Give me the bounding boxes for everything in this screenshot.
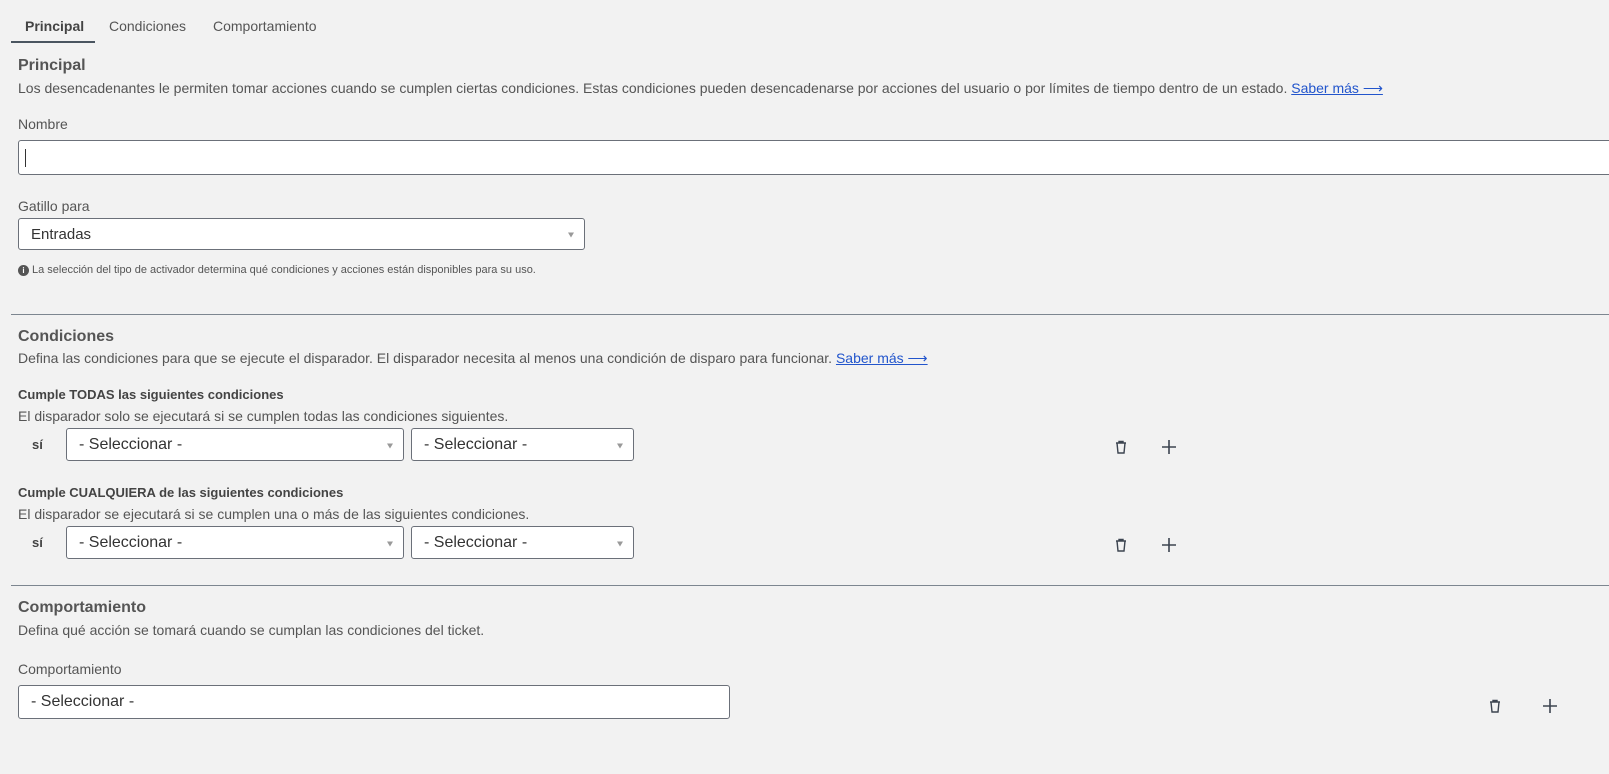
plus-icon[interactable] bbox=[1161, 537, 1177, 553]
trigger-label: Gatillo para bbox=[18, 198, 90, 214]
text-cursor bbox=[25, 148, 26, 167]
info-note: i La selección del tipo de activador dete… bbox=[18, 264, 536, 276]
trash-icon[interactable] bbox=[1113, 537, 1129, 553]
behavior-select[interactable]: - Seleccionar - bbox=[18, 685, 730, 719]
info-note-text: La selección del tipo de activador deter… bbox=[32, 264, 536, 276]
all-conditions-title: Cumple TODAS las siguientes condiciones bbox=[18, 387, 284, 402]
condition-operator-select[interactable]: - Seleccionar - bbox=[411, 428, 634, 461]
name-label: Nombre bbox=[18, 116, 68, 132]
any-conditions-title: Cumple CUALQUIERA de las siguientes cond… bbox=[18, 485, 344, 500]
condition-prefix: sí bbox=[32, 437, 43, 452]
description-text: Los desencadenantes le permiten tomar ac… bbox=[18, 80, 1288, 96]
condition-field-select[interactable]: - Seleccionar - bbox=[66, 526, 404, 559]
divider bbox=[11, 585, 1609, 586]
chevron-down-icon bbox=[387, 541, 393, 546]
name-input[interactable] bbox=[18, 140, 1609, 175]
all-conditions-description: El disparador solo se ejecutará si se cu… bbox=[18, 408, 509, 424]
condition-prefix: sí bbox=[32, 535, 43, 550]
trigger-value: Entradas bbox=[31, 225, 92, 243]
divider bbox=[11, 314, 1609, 315]
section-title-condiciones: Condiciones bbox=[18, 328, 115, 345]
tab-condiciones[interactable]: Condiciones bbox=[109, 18, 186, 34]
select-value: - Seleccionar - bbox=[424, 435, 528, 453]
section-title-comportamiento: Comportamiento bbox=[18, 599, 146, 616]
condition-operator-select[interactable]: - Seleccionar - bbox=[411, 526, 634, 559]
trash-icon[interactable] bbox=[1487, 698, 1503, 714]
active-tab-indicator bbox=[11, 41, 95, 43]
select-value: - Seleccionar - bbox=[79, 435, 183, 453]
plus-icon[interactable] bbox=[1161, 439, 1177, 455]
trigger-select[interactable]: Entradas bbox=[18, 218, 585, 250]
behavior-description: Defina qué acción se tomará cuando se cu… bbox=[18, 622, 485, 638]
select-value: - Seleccionar - bbox=[31, 693, 135, 710]
behavior-label: Comportamiento bbox=[18, 661, 122, 677]
any-conditions-description: El disparador se ejecutará si se cumplen… bbox=[18, 506, 530, 522]
description-text: Defina las condiciones para que se ejecu… bbox=[18, 350, 833, 366]
info-icon: i bbox=[18, 264, 29, 276]
select-value: - Seleccionar - bbox=[424, 533, 528, 551]
tab-comportamiento[interactable]: Comportamiento bbox=[213, 18, 317, 34]
plus-icon[interactable] bbox=[1542, 698, 1558, 714]
learn-more-link[interactable]: Saber más ⟶ bbox=[1291, 80, 1383, 96]
chevron-down-icon bbox=[568, 232, 574, 238]
section-title-principal: Principal bbox=[18, 57, 86, 74]
chevron-down-icon bbox=[617, 541, 623, 546]
chevron-down-icon bbox=[617, 443, 623, 448]
learn-more-link[interactable]: Saber más ⟶ bbox=[836, 350, 928, 366]
select-value: - Seleccionar - bbox=[79, 533, 183, 551]
conditions-description: Defina las condiciones para que se ejecu… bbox=[18, 350, 928, 367]
tab-principal[interactable]: Principal bbox=[25, 18, 84, 34]
trash-icon[interactable] bbox=[1113, 439, 1129, 455]
chevron-down-icon bbox=[387, 443, 393, 448]
principal-description: Los desencadenantes le permiten tomar ac… bbox=[18, 80, 1383, 97]
condition-field-select[interactable]: - Seleccionar - bbox=[66, 428, 404, 461]
